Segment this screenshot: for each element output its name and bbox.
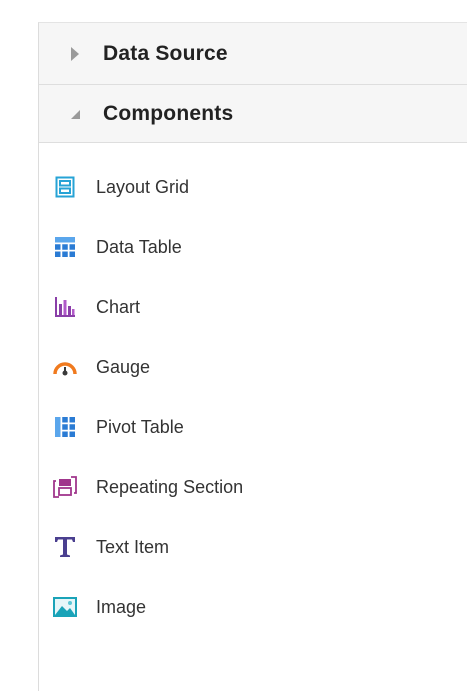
component-label: Gauge xyxy=(96,356,151,377)
collapse-arrow-icon xyxy=(71,109,80,119)
component-label: Data Table xyxy=(96,236,182,257)
component-item-gauge[interactable]: Gauge xyxy=(39,337,467,397)
component-label: Chart xyxy=(96,296,141,317)
section-title-data-source: Data Source xyxy=(103,41,228,65)
component-item-chart[interactable]: Chart xyxy=(39,277,467,337)
components-list: Layout Grid Data Table Chart Gauge Pivot… xyxy=(39,143,467,637)
component-item-data-table[interactable]: Data Table xyxy=(39,217,467,277)
component-item-layout-grid[interactable]: Layout Grid xyxy=(39,157,467,217)
layout-grid-icon xyxy=(53,175,77,199)
component-label: Image xyxy=(96,596,147,617)
text-item-icon xyxy=(53,535,77,559)
component-label: Text Item xyxy=(96,536,170,557)
expand-arrow-icon xyxy=(71,46,79,61)
section-title-components: Components xyxy=(103,101,234,125)
component-label: Layout Grid xyxy=(96,176,190,197)
component-label: Repeating Section xyxy=(96,476,244,497)
components-panel: Data Source Components Layout Grid Data … xyxy=(38,22,467,691)
section-header-data-source[interactable]: Data Source xyxy=(39,23,467,85)
gauge-icon xyxy=(53,355,77,379)
repeating-section-icon xyxy=(53,475,77,499)
data-table-icon xyxy=(53,235,77,259)
component-item-text-item[interactable]: Text Item xyxy=(39,517,467,577)
pivot-table-icon xyxy=(53,415,77,439)
component-item-pivot-table[interactable]: Pivot Table xyxy=(39,397,467,457)
image-icon xyxy=(53,595,77,619)
chart-icon xyxy=(53,295,77,319)
section-header-components[interactable]: Components xyxy=(39,85,467,143)
component-label: Pivot Table xyxy=(96,416,184,437)
component-item-repeating-section[interactable]: Repeating Section xyxy=(39,457,467,517)
left-gutter xyxy=(0,0,38,691)
component-item-image[interactable]: Image xyxy=(39,577,467,637)
